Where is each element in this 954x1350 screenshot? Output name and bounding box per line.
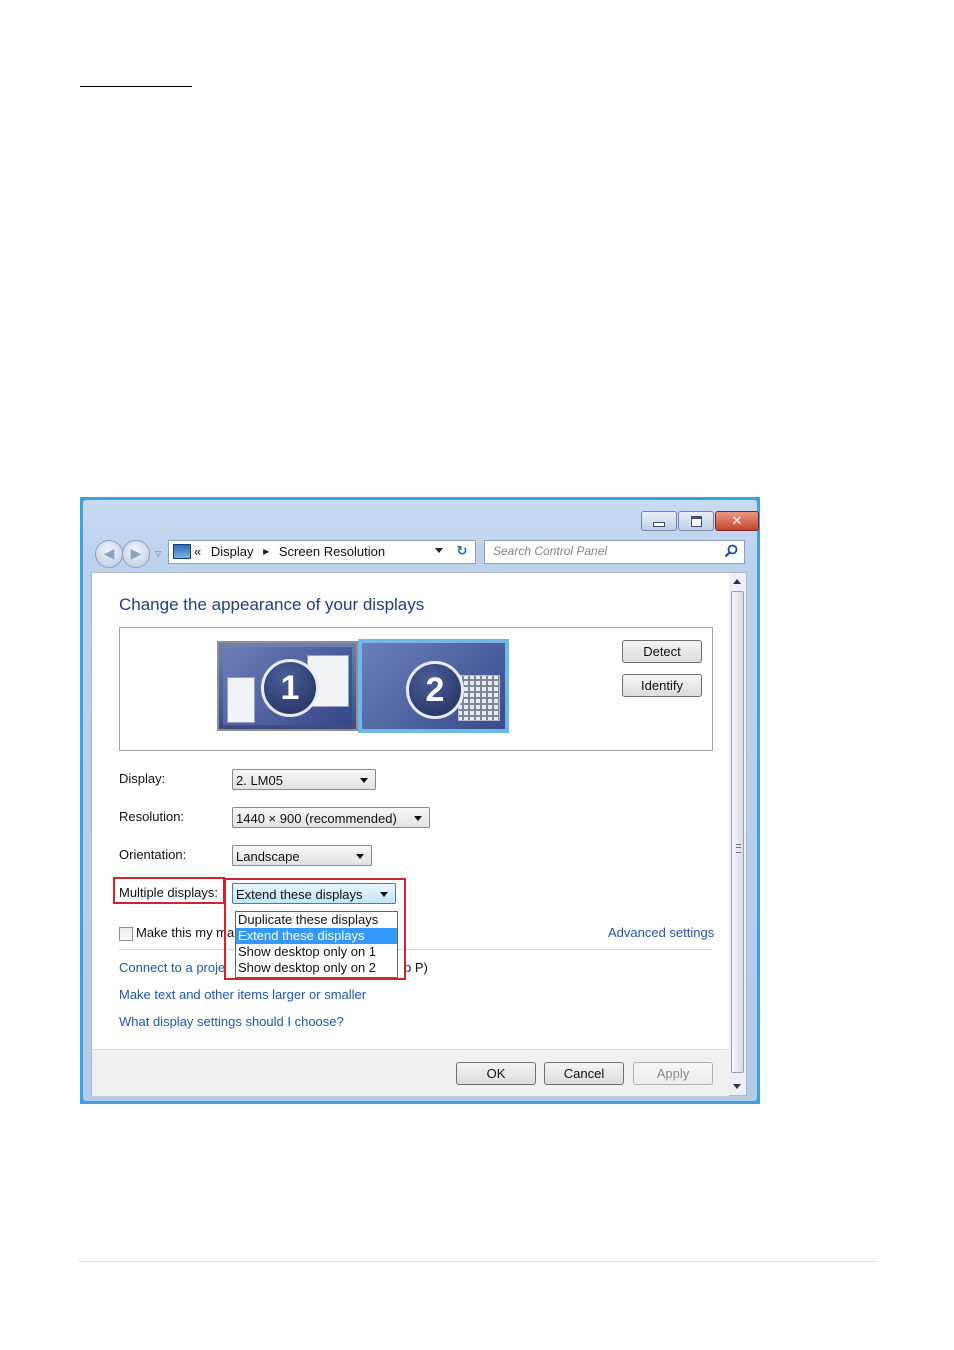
display-value: 2. LM05 [236,773,283,788]
ok-button[interactable]: OK [456,1062,536,1085]
main-display-checkbox[interactable] [119,927,133,941]
display-select[interactable]: 2. LM05 [232,769,376,790]
start-menu-grid-icon [458,675,500,721]
monitor-2-number: 2 [406,661,464,719]
control-panel-icon [173,544,191,559]
main-display-checkbox-label: Make this my ma [136,925,235,940]
connect-projector-shortcut: p P) [404,960,428,975]
forward-arrow-icon: ▶ [130,546,142,562]
chevron-down-icon [414,816,422,821]
vertical-scrollbar[interactable] [729,572,747,1096]
resolution-label: Resolution: [119,809,185,824]
scroll-down-icon[interactable] [733,1084,741,1089]
identify-button[interactable]: Identify [622,674,702,697]
page-title: Change the appearance of your displays [119,595,425,614]
search-placeholder: Search Control Panel [493,544,608,558]
breadcrumb: « Display ▶ Screen Resolution [194,544,391,559]
connect-projector-link[interactable]: Connect to a proje [119,960,225,975]
monitor-2-screen: 2 [362,643,505,729]
address-dropdown-icon[interactable] [435,548,443,553]
button-bar: OK Cancel Apply [92,1049,730,1096]
refresh-button[interactable]: ↻ [449,540,476,564]
grip-icon [736,844,741,853]
advanced-settings-link[interactable]: Advanced settings [608,925,714,940]
address-bar[interactable]: « Display ▶ Screen Resolution [168,540,450,564]
minimize-icon [653,521,665,527]
multiple-displays-label: Multiple displays: [119,885,218,900]
display-arrangement-preview: 1 2 Detect Identify [119,627,713,751]
screen-resolution-window: ✕ ◀ ▶ ▽ « Display ▶ Screen Resolution ↻ … [80,497,760,1104]
breadcrumb-display[interactable]: Display [211,544,254,559]
chevron-down-icon [356,854,364,859]
monitor-1-screen: 1 [223,647,352,725]
content-pane: Change the appearance of your displays 1… [91,572,731,1096]
scrollbar-thumb[interactable] [731,591,744,1073]
breadcrumb-screen-resolution[interactable]: Screen Resolution [279,544,385,559]
cancel-button[interactable]: Cancel [544,1062,624,1085]
refresh-icon: ↻ [456,544,468,559]
chevron-down-icon [360,778,368,783]
resolution-value: 1440 × 900 (recommended) [236,811,397,826]
orientation-label: Orientation: [119,847,187,862]
back-arrow-icon: ◀ [103,546,115,562]
detect-button[interactable]: Detect [622,640,702,663]
monitor-1-number: 1 [261,659,319,717]
search-box[interactable]: Search Control Panel [484,540,745,564]
page-top-rule [80,86,192,87]
recent-pages-dropdown-icon[interactable]: ▽ [155,549,161,558]
monitor-1[interactable]: 1 [217,641,358,731]
maximize-icon [690,515,702,527]
breadcrumb-separator-icon[interactable]: ▶ [263,547,269,556]
caption-buttons: ✕ [640,511,759,531]
mini-window-icon [227,677,255,723]
apply-button: Apply [633,1062,713,1085]
scroll-up-icon[interactable] [733,579,741,584]
divider [119,949,711,950]
orientation-select[interactable]: Landscape [232,845,372,866]
breadcrumb-overflow[interactable]: « [194,544,201,559]
maximize-button[interactable] [678,511,714,531]
back-button[interactable]: ◀ [95,540,123,568]
display-settings-help-link[interactable]: What display settings should I choose? [119,1014,344,1029]
close-icon: ✕ [731,513,743,529]
minimize-button[interactable] [641,511,677,531]
larger-text-link[interactable]: Make text and other items larger or smal… [119,987,366,1002]
dropdown-highlight [224,878,406,980]
orientation-value: Landscape [236,849,300,864]
resolution-select[interactable]: 1440 × 900 (recommended) [232,807,430,828]
close-button[interactable]: ✕ [715,511,759,531]
monitor-2[interactable]: 2 [358,639,509,733]
search-icon[interactable] [724,544,738,558]
window-frame: ✕ ◀ ▶ ▽ « Display ▶ Screen Resolution ↻ … [83,500,759,1101]
display-label: Display: [119,771,166,786]
page-bottom-rule [78,1261,877,1262]
forward-button[interactable]: ▶ [122,540,150,568]
